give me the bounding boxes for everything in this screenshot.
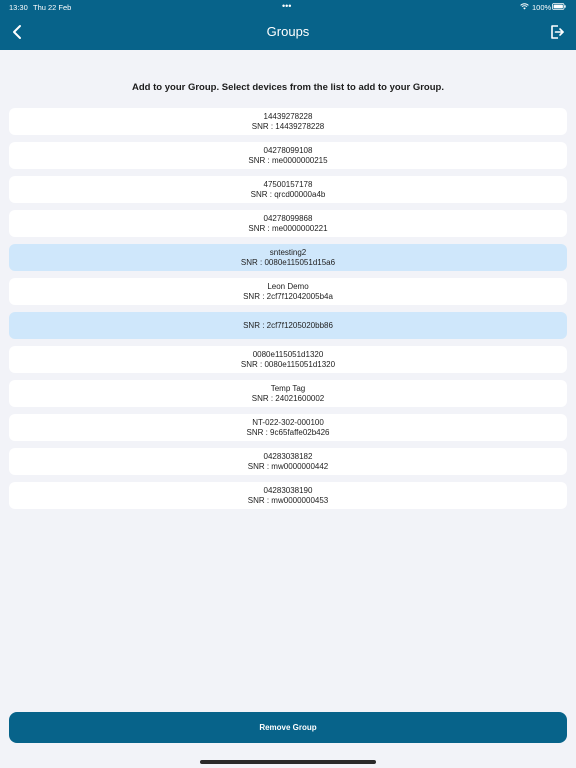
device-name: 0080e115051d1320 [252, 350, 324, 359]
battery-percentage: 100% [532, 3, 552, 12]
status-time: 13:30 [9, 3, 28, 12]
device-list-item[interactable]: 04283038190 SNR : mw0000000453 [9, 482, 567, 509]
device-name: NT-022-302-000100 [252, 418, 324, 427]
device-name: Leon Demo [267, 282, 309, 291]
device-snr: SNR : me0000000221 [248, 223, 328, 233]
wifi-icon [520, 3, 529, 10]
device-snr: SNR : qrcd00000a4b [250, 189, 326, 199]
device-list-item[interactable]: sntesting2 SNR : 0080e115051d15a6 [9, 244, 567, 271]
device-list-item[interactable]: 04278099108 SNR : me0000000215 [9, 142, 567, 169]
device-name: 04283038190 [263, 486, 313, 495]
device-list-item[interactable]: Temp Tag SNR : 24021600002 [9, 380, 567, 407]
device-name: 47500157178 [263, 180, 313, 189]
device-name: 04278099108 [263, 146, 313, 155]
device-snr: SNR : mw0000000453 [247, 495, 329, 505]
device-snr: SNR : mw0000000442 [247, 461, 329, 471]
device-list-item[interactable]: 47500157178 SNR : qrcd00000a4b [9, 176, 567, 203]
device-list-item[interactable]: 04283038182 SNR : mw0000000442 [9, 448, 567, 475]
device-snr: SNR : 24021600002 [251, 393, 325, 403]
device-snr: SNR : me0000000215 [248, 155, 328, 165]
device-snr: SNR : 9c65faffe02b426 [246, 427, 330, 437]
status-bar: 13:30 Thu 22 Feb ••• 100% [0, 0, 576, 14]
device-name: 14439278228 [263, 112, 313, 121]
device-list-item[interactable]: SNR : 2cf7f1205020bb86 [9, 312, 567, 339]
device-list-item[interactable]: NT-022-302-000100 SNR : 9c65faffe02b426 [9, 414, 567, 441]
remove-group-button[interactable]: Remove Group [9, 712, 567, 743]
home-indicator [200, 760, 376, 764]
device-snr: SNR : 0080e115051d15a6 [240, 257, 336, 267]
device-snr: SNR : 2cf7f12042005b4a [243, 291, 333, 301]
instruction-text: Add to your Group. Select devices from t… [132, 82, 444, 93]
device-name: sntesting2 [269, 248, 307, 257]
device-name: 04283038182 [263, 452, 313, 461]
page-title: Groups [266, 24, 310, 39]
device-snr: SNR : 14439278228 [251, 121, 325, 131]
device-list-item[interactable]: 04278099868 SNR : me0000000221 [9, 210, 567, 237]
multitasking-dots[interactable]: ••• [282, 1, 291, 11]
battery-icon [552, 3, 566, 10]
device-snr: SNR : 2cf7f1205020bb86 [243, 320, 333, 330]
device-list-item[interactable]: 0080e115051d1320 SNR : 0080e115051d1320 [9, 346, 567, 373]
status-date: Thu 22 Feb [33, 3, 72, 12]
logout-icon[interactable] [549, 23, 565, 41]
device-list: 14439278228 SNR : 14439278228 0427809910… [9, 108, 567, 516]
navigation-bar: Groups [0, 14, 576, 50]
device-snr: SNR : 0080e115051d1320 [240, 359, 336, 369]
device-list-item[interactable]: Leon Demo SNR : 2cf7f12042005b4a [9, 278, 567, 305]
device-name: 04278099868 [263, 214, 313, 223]
device-name: Temp Tag [270, 384, 306, 393]
device-list-item[interactable]: 14439278228 SNR : 14439278228 [9, 108, 567, 135]
